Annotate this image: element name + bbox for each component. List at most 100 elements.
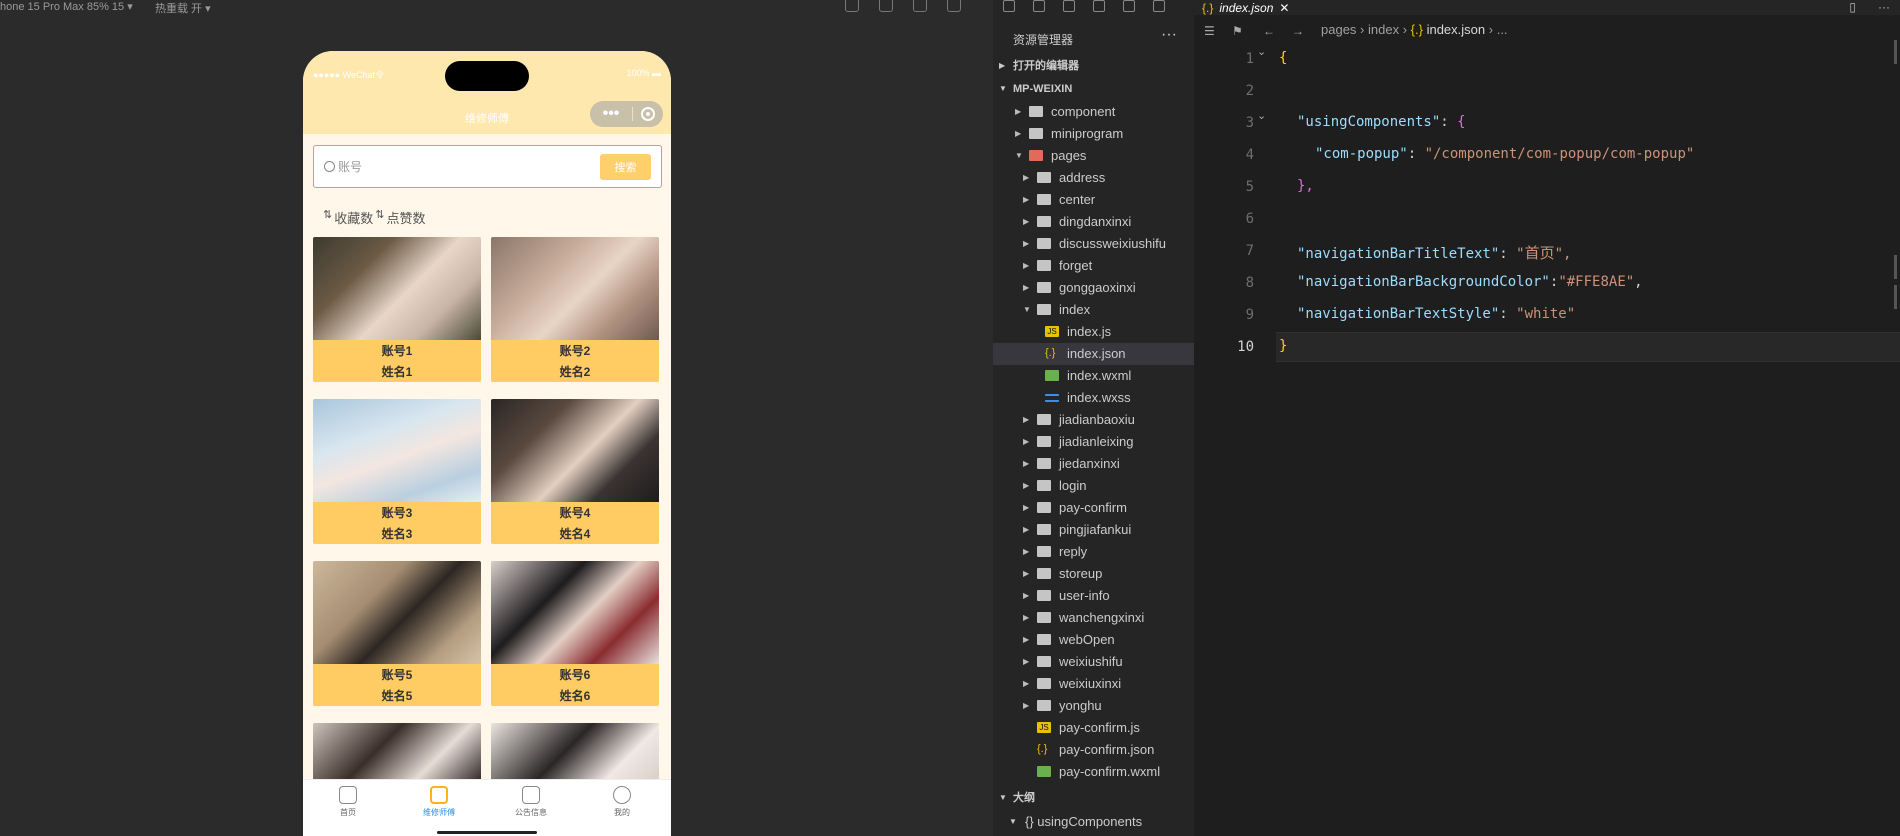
tree-item[interactable]: ▶ wanchengxinxi xyxy=(993,607,1194,629)
technician-card[interactable]: 账号3 姓名3 xyxy=(313,399,481,544)
tree-item[interactable]: ▶ yonghu xyxy=(993,695,1194,717)
more-icon[interactable]: ••• xyxy=(590,105,632,123)
tree-item[interactable]: ▶ discussweixiushifu xyxy=(993,233,1194,255)
split-editor-icon[interactable]: ▯ xyxy=(1849,0,1856,14)
tree-item[interactable]: ▶ login xyxy=(993,475,1194,497)
technician-photo xyxy=(313,723,481,783)
technician-photo xyxy=(491,723,659,783)
chevron-down-icon: ▼ xyxy=(999,84,1007,93)
extensions-icon[interactable] xyxy=(1093,0,1105,12)
outline-section[interactable]: ▼ 大纲 xyxy=(993,787,1194,809)
code-line[interactable]: "navigationBarBackgroundColor":"#FFE8AE"… xyxy=(1297,274,1643,290)
tree-item[interactable]: index.wxss xyxy=(993,387,1194,409)
tree-item[interactable]: JS pay-confirm.js xyxy=(993,717,1194,739)
tree-item[interactable]: pay-confirm.wxml xyxy=(993,761,1194,783)
tree-item[interactable]: ▶ address xyxy=(993,167,1194,189)
technician-card[interactable]: 账号1 姓名1 xyxy=(313,237,481,382)
tab-index-json[interactable]: {.} index.json ✕ xyxy=(1202,0,1289,15)
close-icon[interactable]: ✕ xyxy=(1279,1,1289,15)
chevron-right-icon: ▶ xyxy=(1023,283,1030,292)
tree-item[interactable]: ▶ weixiushifu xyxy=(993,651,1194,673)
tree-item[interactable]: ▶ miniprogram xyxy=(993,123,1194,145)
code-line[interactable]: "com-popup": "/component/com-popup/com-p… xyxy=(1315,146,1694,162)
tree-item[interactable]: ▶ webOpen xyxy=(993,629,1194,651)
open-editors-section[interactable]: ▶ 打开的编辑器 xyxy=(993,55,1194,77)
source-control-icon[interactable] xyxy=(1063,0,1075,12)
tree-item[interactable]: ▶ pingjiafankui xyxy=(993,519,1194,541)
popout-icon[interactable] xyxy=(947,0,961,12)
list-icon[interactable]: ☰ xyxy=(1204,24,1215,38)
explorer-more-button[interactable]: ··· xyxy=(1161,26,1177,44)
project-section[interactable]: ▼ MP-WEIXIN xyxy=(993,78,1194,100)
pages-folder-icon xyxy=(1029,150,1043,161)
debug-icon[interactable] xyxy=(1123,0,1135,12)
device-selector[interactable]: hone 15 Pro Max 85% 15 ▾ xyxy=(0,0,133,13)
technician-card[interactable] xyxy=(313,723,481,783)
cloud-icon[interactable] xyxy=(1153,0,1165,12)
fold-chevron-icon[interactable]: ⌄ xyxy=(1257,45,1266,58)
back-arrow-icon[interactable]: ← xyxy=(1263,24,1275,38)
breadcrumb-item[interactable]: index xyxy=(1368,22,1399,37)
record-icon[interactable] xyxy=(879,0,893,12)
files-icon[interactable] xyxy=(1003,0,1015,12)
sort-favorites[interactable]: 收藏数 xyxy=(334,208,373,227)
tree-item[interactable]: ▶ component xyxy=(993,101,1194,123)
tree-item[interactable]: ▶ reply xyxy=(993,541,1194,563)
tab-home[interactable]: 首页 xyxy=(313,786,383,818)
search-input[interactable] xyxy=(338,154,588,180)
code-line[interactable]: "navigationBarTextStyle": "white" xyxy=(1297,306,1575,322)
forward-arrow-icon[interactable]: → xyxy=(1292,24,1304,38)
hot-reload-toggle[interactable]: 热重载 开 ▾ xyxy=(155,0,211,16)
chevron-right-icon: ▶ xyxy=(1023,503,1030,512)
breadcrumb-item[interactable]: ... xyxy=(1497,22,1508,37)
tree-item[interactable]: ▶ jiadianbaoxiu xyxy=(993,409,1194,431)
outline-item[interactable]: ▼ {} usingComponents xyxy=(993,811,1194,833)
tree-item[interactable]: JS index.js xyxy=(993,321,1194,343)
code-line[interactable]: "navigationBarTitleText": "首页", xyxy=(1297,242,1571,263)
chevron-right-icon: ▶ xyxy=(1023,459,1030,468)
tree-item[interactable]: {.} pay-confirm.json xyxy=(993,739,1194,761)
tab-technicians[interactable]: 维修师傅 xyxy=(404,786,474,818)
search-button[interactable]: 搜索 xyxy=(600,154,651,180)
tree-item[interactable]: ▼ pages xyxy=(993,145,1194,167)
tree-item[interactable]: ▶ forget xyxy=(993,255,1194,277)
tab-mine[interactable]: 我的 xyxy=(587,786,657,818)
phone-screen: ●●●●● WeChat令 100% ▬ 维修师傅 ••• 搜索 ⇅ 收藏数 ⇅… xyxy=(303,51,671,836)
tree-item[interactable]: ▶ gonggaoxinxi xyxy=(993,277,1194,299)
fold-chevron-icon[interactable]: ⌄ xyxy=(1257,109,1266,122)
tree-item[interactable]: ▶ weixiuxinxi xyxy=(993,673,1194,695)
card-account: 账号1 xyxy=(381,344,413,358)
code-line[interactable]: } xyxy=(1279,338,1287,354)
bookmark-icon[interactable]: ⚑ xyxy=(1232,24,1243,38)
technician-card[interactable]: 账号4 姓名4 xyxy=(491,399,659,544)
search-icon[interactable] xyxy=(1033,0,1045,12)
code-token: " xyxy=(1516,246,1525,262)
tree-item[interactable]: ▶ jiadianleixing xyxy=(993,431,1194,453)
tree-item[interactable]: index.wxml xyxy=(993,365,1194,387)
technician-card[interactable]: 账号6 姓名6 xyxy=(491,561,659,706)
tree-item[interactable]: ▶ jiedanxinxi xyxy=(993,453,1194,475)
tree-item[interactable]: ▶ center xyxy=(993,189,1194,211)
code-line[interactable]: }, xyxy=(1297,178,1314,194)
close-miniprogram-button[interactable] xyxy=(633,107,663,121)
tree-item[interactable]: {.} index.json xyxy=(993,343,1194,365)
more-actions-icon[interactable]: ··· xyxy=(1878,0,1890,14)
code-line[interactable]: { xyxy=(1279,50,1287,66)
sort-icon: ⇅ xyxy=(323,209,333,221)
tree-item[interactable]: ▶ storeup xyxy=(993,563,1194,585)
code-line[interactable]: "usingComponents": { xyxy=(1297,114,1466,130)
technician-card[interactable] xyxy=(491,723,659,783)
technician-card[interactable]: 账号2 姓名2 xyxy=(491,237,659,382)
tree-item[interactable]: ▶ user-info xyxy=(993,585,1194,607)
phone-icon[interactable] xyxy=(913,0,927,12)
tree-item[interactable]: ▶ pay-confirm xyxy=(993,497,1194,519)
tab-notices[interactable]: 公告信息 xyxy=(496,786,566,818)
breadcrumb-item[interactable]: pages xyxy=(1321,22,1356,37)
breadcrumb-item[interactable]: index.json xyxy=(1427,22,1486,37)
sort-likes[interactable]: 点赞数 xyxy=(386,208,425,227)
technician-photo xyxy=(313,399,481,502)
rotate-icon[interactable] xyxy=(845,0,859,12)
technician-card[interactable]: 账号5 姓名5 xyxy=(313,561,481,706)
tree-item[interactable]: ▶ dingdanxinxi xyxy=(993,211,1194,233)
tree-item[interactable]: ▼ index xyxy=(993,299,1194,321)
